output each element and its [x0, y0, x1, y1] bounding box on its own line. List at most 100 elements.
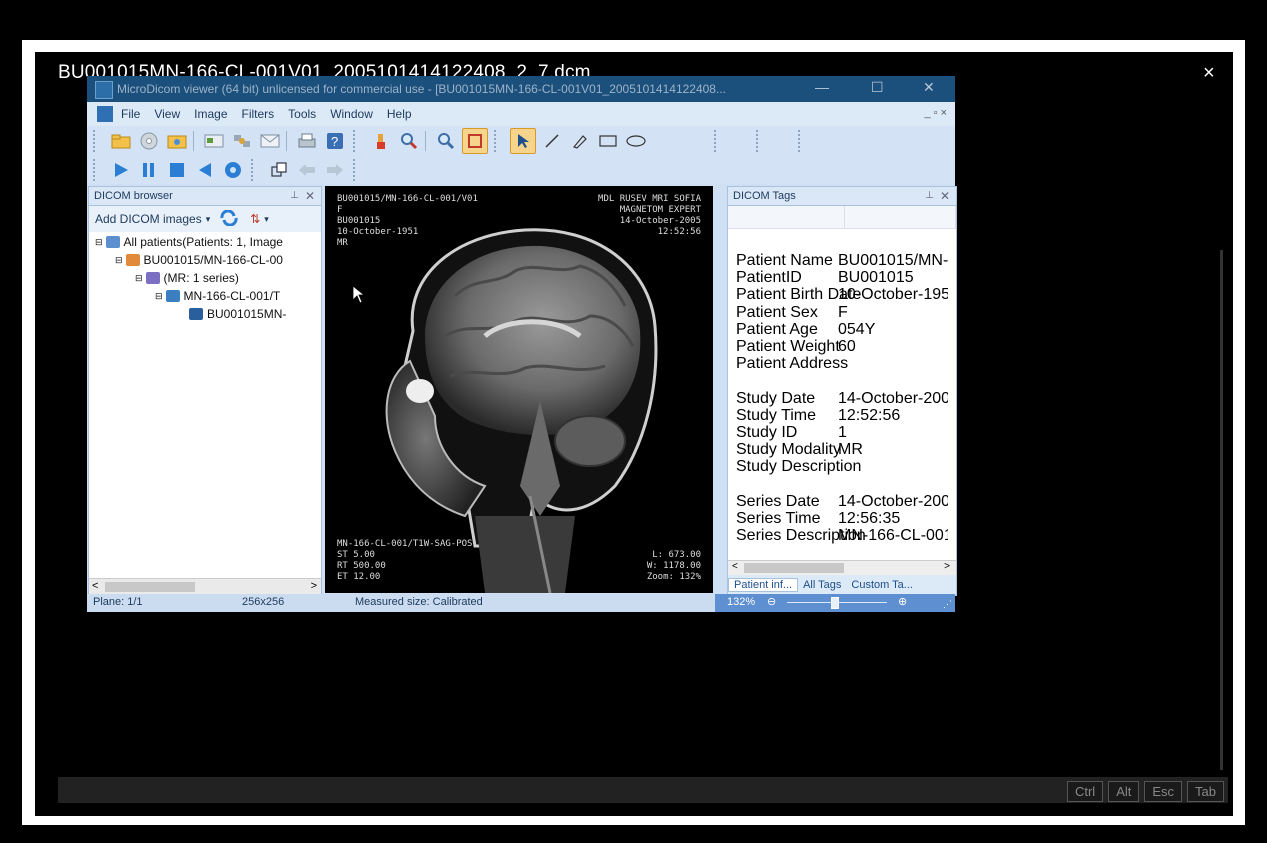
fit-window-icon[interactable] — [462, 128, 488, 154]
collapse-icon[interactable]: ⊟ — [155, 291, 163, 302]
tree-item-patient[interactable]: ⊟ BU001015/MN-166-CL-00 — [115, 253, 283, 267]
minimize-button[interactable]: — — [815, 79, 829, 95]
open-cd-icon[interactable] — [137, 129, 161, 153]
line-tool-icon[interactable] — [540, 129, 564, 153]
mdi-controls[interactable]: _ ▫ × — [924, 107, 947, 119]
tab-custom-tags[interactable]: Custom Ta... — [846, 579, 918, 591]
menu-file[interactable]: File — [121, 107, 140, 121]
frame-counter-icon[interactable] — [221, 158, 245, 182]
sort-dropdown-icon[interactable]: ▾ — [264, 214, 269, 225]
tags-close-icon[interactable]: ✕ — [940, 187, 950, 205]
scroll-right-icon[interactable]: > — [311, 580, 317, 592]
hand-pan-icon[interactable] — [369, 129, 393, 153]
viewer-scrollbar[interactable] — [1220, 250, 1223, 770]
pointer-icon[interactable] — [510, 128, 536, 154]
refresh-icon[interactable] — [218, 208, 240, 229]
open-dicomdir-icon[interactable] — [165, 129, 189, 153]
print-icon[interactable] — [295, 129, 319, 153]
tag-value: MR — [838, 441, 863, 459]
scroll-thumb[interactable] — [105, 582, 195, 592]
forward-arrow-icon[interactable] — [323, 158, 347, 182]
zoom-in-icon[interactable] — [397, 129, 421, 153]
play-icon[interactable] — [109, 158, 133, 182]
maximize-button[interactable]: ☐ — [871, 79, 884, 96]
help-icon[interactable]: ? — [323, 129, 347, 153]
tree-item-image[interactable]: BU001015MN- — [189, 307, 286, 321]
close-viewer-button[interactable]: × — [1203, 62, 1215, 85]
tag-row[interactable]: Patient Weight 60 — [736, 338, 948, 356]
scroll-right-icon[interactable]: > — [944, 561, 950, 572]
microdicom-window: MicroDicom viewer (64 bit) unlicensed fo… — [87, 76, 957, 612]
tag-row[interactable]: Study Time 12:52:56 — [736, 407, 948, 425]
collapse-icon[interactable]: ⊟ — [95, 237, 103, 248]
key-tab[interactable]: Tab — [1187, 781, 1224, 802]
mri-image-view[interactable]: BU001015/MN-166-CL-001/V01 F BU001015 10… — [325, 186, 713, 593]
browser-horizontal-scrollbar[interactable]: < > — [89, 578, 321, 595]
add-dicom-images-button[interactable]: Add DICOM images — [95, 212, 202, 226]
scroll-left-icon[interactable]: < — [732, 561, 738, 572]
tag-row[interactable]: Patient Address — [736, 355, 948, 373]
menu-tools[interactable]: Tools — [288, 107, 316, 121]
sort-icon[interactable]: ⇅ — [250, 212, 260, 226]
browser-close-icon[interactable]: ✕ — [305, 187, 315, 205]
tag-row[interactable]: Study Date 14-October-2005 — [736, 390, 948, 408]
app-title: MicroDicom viewer (64 bit) unlicensed fo… — [117, 82, 726, 96]
tag-row[interactable]: Patient Name BU001015/MN-16 — [736, 252, 948, 270]
overlay-patient-info: BU001015/MN-166-CL-001/V01 F BU001015 10… — [337, 194, 478, 248]
tag-row[interactable]: Study ID 1 — [736, 424, 948, 442]
network-icon[interactable] — [230, 129, 254, 153]
tag-row[interactable]: Patient Sex F — [736, 304, 948, 322]
pause-icon[interactable] — [137, 158, 161, 182]
tree-item-series[interactable]: ⊟ MN-166-CL-001/T — [155, 289, 280, 303]
tag-row[interactable]: Series Time 12:56:35 — [736, 510, 948, 528]
pencil-tool-icon[interactable] — [568, 129, 592, 153]
tag-row[interactable]: Study Modality MR — [736, 441, 948, 459]
email-icon[interactable] — [258, 129, 282, 153]
menu-image[interactable]: Image — [194, 107, 227, 121]
pin-icon[interactable]: ⊥ — [925, 187, 934, 205]
menu-app-icon[interactable] — [97, 106, 113, 122]
zoom-slider-thumb[interactable] — [831, 597, 839, 609]
window-close-button[interactable]: ✕ — [923, 79, 935, 96]
rectangle-tool-icon[interactable] — [596, 129, 620, 153]
stop-icon[interactable] — [165, 158, 189, 182]
tags-horizontal-scrollbar[interactable]: < > — [728, 560, 956, 575]
ellipse-tool-icon[interactable] — [624, 129, 648, 153]
dropdown-arrow-icon[interactable]: ▾ — [206, 214, 211, 225]
tag-row[interactable]: Patient Birth Date 10-October-1951 — [736, 286, 948, 304]
key-esc[interactable]: Esc — [1144, 781, 1183, 802]
tree-item-study[interactable]: ⊟ (MR: 1 series) — [135, 271, 239, 285]
tab-patient-info[interactable]: Patient inf... — [728, 578, 799, 592]
tag-value: 054Y — [838, 320, 876, 338]
resize-grip-icon[interactable]: ⋰ — [943, 599, 952, 610]
scroll-thumb[interactable] — [744, 563, 844, 573]
back-arrow-icon[interactable] — [295, 158, 319, 182]
pin-icon[interactable]: ⊥ — [290, 187, 299, 205]
tree-label: MN-166-CL-001/T — [183, 289, 281, 303]
tag-row[interactable]: Series Date 14-October-2005 — [736, 493, 948, 511]
collapse-icon[interactable]: ⊟ — [115, 255, 123, 266]
key-alt[interactable]: Alt — [1108, 781, 1140, 802]
tree-item-all-patients[interactable]: ⊟ All patients(Patients: 1, Image — [95, 235, 283, 249]
menu-help[interactable]: Help — [387, 107, 412, 121]
zoom-tool-icon[interactable] — [434, 129, 458, 153]
send-icon[interactable] — [202, 129, 226, 153]
previous-icon[interactable] — [193, 158, 217, 182]
zoom-out-icon[interactable]: ⊖ — [767, 595, 776, 608]
scroll-left-icon[interactable]: < — [92, 580, 98, 592]
tag-row[interactable]: PatientID BU001015 — [736, 269, 948, 287]
new-window-icon[interactable] — [267, 158, 291, 182]
collapse-icon[interactable]: ⊟ — [135, 273, 143, 284]
tab-all-tags[interactable]: All Tags — [798, 579, 846, 591]
menu-view[interactable]: View — [154, 107, 180, 121]
menu-filters[interactable]: Filters — [242, 107, 275, 121]
tag-row[interactable]: Patient Age 054Y — [736, 321, 948, 339]
dicom-browser-title: DICOM browser — [94, 190, 173, 202]
menu-window[interactable]: Window — [330, 107, 373, 121]
zoom-in-icon[interactable]: ⊕ — [898, 595, 907, 608]
tag-row[interactable]: Series DescriptionMN-166-CL-001/T — [736, 527, 948, 545]
tag-row[interactable]: Study Description — [736, 458, 948, 476]
tag-key: Study Modality — [736, 441, 841, 459]
key-ctrl[interactable]: Ctrl — [1066, 781, 1104, 802]
open-folder-icon[interactable] — [109, 129, 133, 153]
